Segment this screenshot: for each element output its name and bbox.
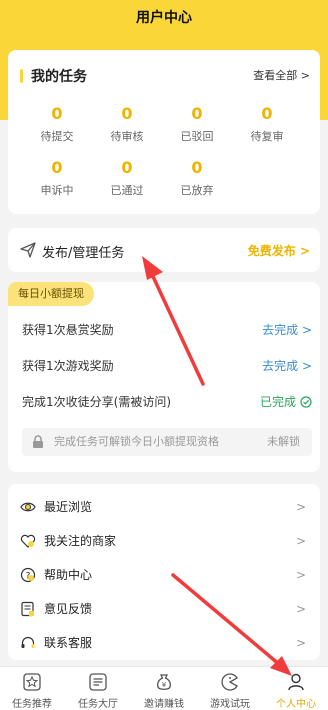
- chevron-right-icon: >: [295, 500, 306, 514]
- check-circle-icon: [300, 396, 312, 408]
- daily-withdraw-card: 每日小额提现 获得1次悬赏奖励 去完成 > 获得1次游戏奖励 去完成 > 完成1…: [8, 282, 320, 472]
- daily-task-label: 完成1次收徒分享(需被访问): [22, 395, 171, 409]
- svg-text:¥: ¥: [162, 681, 167, 689]
- menu-item-help[interactable]: ? 帮助中心 >: [8, 558, 320, 592]
- question-icon: ?: [20, 567, 36, 583]
- user-icon: [288, 673, 304, 691]
- tab-label: 任务推荐: [12, 699, 52, 710]
- stat-label: 申诉中: [40, 184, 74, 197]
- completed-status: 已完成: [259, 395, 296, 409]
- stat-value: 0: [121, 104, 133, 123]
- star-icon: [23, 673, 41, 691]
- tab-label: 个人中心: [276, 699, 316, 710]
- unlock-text: 完成任务可解锁今日小额提现资格: [54, 435, 219, 448]
- stat-value: 0: [121, 158, 133, 177]
- my-tasks-card: 我的任务 查看全部 > 0 待提交 0 待审核 0 已驳回 0 待复审 0 申诉…: [8, 50, 320, 214]
- stat-appealing[interactable]: 0 申诉中: [22, 158, 92, 198]
- stat-label: 待复审: [250, 130, 284, 143]
- stat-rejected[interactable]: 0 已驳回: [162, 104, 232, 144]
- stat-value: 0: [261, 104, 273, 123]
- menu-label: 联系客服: [44, 636, 93, 650]
- feedback-icon: [21, 601, 34, 617]
- chevron-right-icon: >: [295, 636, 306, 650]
- chevron-right-icon: >: [295, 602, 306, 616]
- stat-label: 已通过: [110, 184, 144, 197]
- tab-task-recommend[interactable]: 任务推荐: [0, 667, 64, 710]
- send-icon: [20, 242, 36, 258]
- stat-pending-review[interactable]: 0 待审核: [92, 104, 162, 144]
- menu-label: 最近浏览: [44, 500, 93, 514]
- chevron-right-icon: >: [295, 534, 306, 548]
- tab-label: 任务大厅: [78, 699, 118, 710]
- tab-label: 游戏试玩: [210, 699, 250, 710]
- publish-task-row[interactable]: 发布/管理任务 免费发布 >: [8, 228, 320, 272]
- go-complete-link[interactable]: 去完成 >: [262, 356, 312, 376]
- daily-task-row: 完成1次收徒分享(需被访问) 已完成: [22, 392, 312, 412]
- list-icon: [89, 673, 107, 691]
- title-accent-bar: [20, 69, 23, 83]
- tab-invite-earn[interactable]: ¥ 邀请赚钱: [132, 667, 196, 710]
- stat-pending-rereview[interactable]: 0 待复审: [232, 104, 302, 144]
- stat-abandoned[interactable]: 0 已放弃: [162, 158, 232, 198]
- tab-label: 邀请赚钱: [144, 699, 184, 710]
- eye-icon: [20, 502, 36, 512]
- my-tasks-title: 我的任务: [31, 69, 87, 85]
- tab-game-trial[interactable]: 游戏试玩: [198, 667, 262, 710]
- view-all-link[interactable]: 查看全部 >: [253, 67, 310, 83]
- headset-icon: [21, 636, 35, 648]
- daily-task-label: 获得1次游戏奖励: [22, 359, 114, 373]
- stat-value: 0: [51, 104, 63, 123]
- menu-item-followed[interactable]: 我关注的商家 >: [8, 524, 320, 558]
- menu-item-recent[interactable]: 最近浏览 >: [8, 490, 320, 524]
- stat-pending-submit[interactable]: 0 待提交: [22, 104, 92, 144]
- menu-label: 我关注的商家: [44, 534, 117, 548]
- daily-task-row[interactable]: 获得1次游戏奖励 去完成 >: [22, 356, 312, 376]
- daily-withdraw-badge: 每日小额提现: [8, 282, 94, 306]
- stat-label: 已驳回: [180, 130, 214, 143]
- menu-list: 最近浏览 > 我关注的商家 > ? 帮助中心 > 意见反馈 > 联系客服 >: [8, 484, 320, 660]
- unlock-status: 未解锁: [267, 435, 300, 448]
- daily-task-label: 获得1次悬赏奖励: [22, 323, 114, 337]
- daily-task-row[interactable]: 获得1次悬赏奖励 去完成 >: [22, 320, 312, 340]
- stat-value: 0: [191, 104, 203, 123]
- svg-text:?: ?: [26, 572, 31, 582]
- go-complete-link[interactable]: 去完成 >: [262, 320, 312, 340]
- stat-label: 待提交: [40, 130, 74, 143]
- menu-item-feedback[interactable]: 意见反馈 >: [8, 592, 320, 626]
- stat-value: 0: [191, 158, 203, 177]
- lock-icon: [33, 435, 43, 448]
- chevron-right-icon: >: [295, 568, 306, 582]
- publish-task-label: 发布/管理任务: [42, 246, 125, 261]
- stat-value: 0: [51, 158, 63, 177]
- free-publish-link[interactable]: 免费发布 >: [248, 242, 310, 259]
- menu-item-support[interactable]: 联系客服 >: [8, 626, 320, 660]
- stat-label: 待审核: [110, 130, 144, 143]
- menu-label: 意见反馈: [44, 602, 93, 616]
- money-bag-icon: ¥: [156, 674, 172, 690]
- my-tasks-header: 我的任务: [20, 66, 87, 86]
- page-title: 用户中心: [136, 10, 192, 26]
- tab-task-hall[interactable]: 任务大厅: [66, 667, 130, 710]
- heart-icon: [20, 534, 36, 548]
- stat-approved[interactable]: 0 已通过: [92, 158, 162, 198]
- tab-personal-center[interactable]: 个人中心: [264, 667, 328, 710]
- menu-label: 帮助中心: [44, 568, 93, 582]
- game-icon: [221, 673, 238, 691]
- stat-label: 已放弃: [180, 184, 214, 197]
- bottom-nav: 任务推荐 任务大厅 ¥ 邀请赚钱 游戏试玩 个人中心: [0, 666, 328, 710]
- unlock-notice: 完成任务可解锁今日小额提现资格 未解锁: [22, 428, 312, 456]
